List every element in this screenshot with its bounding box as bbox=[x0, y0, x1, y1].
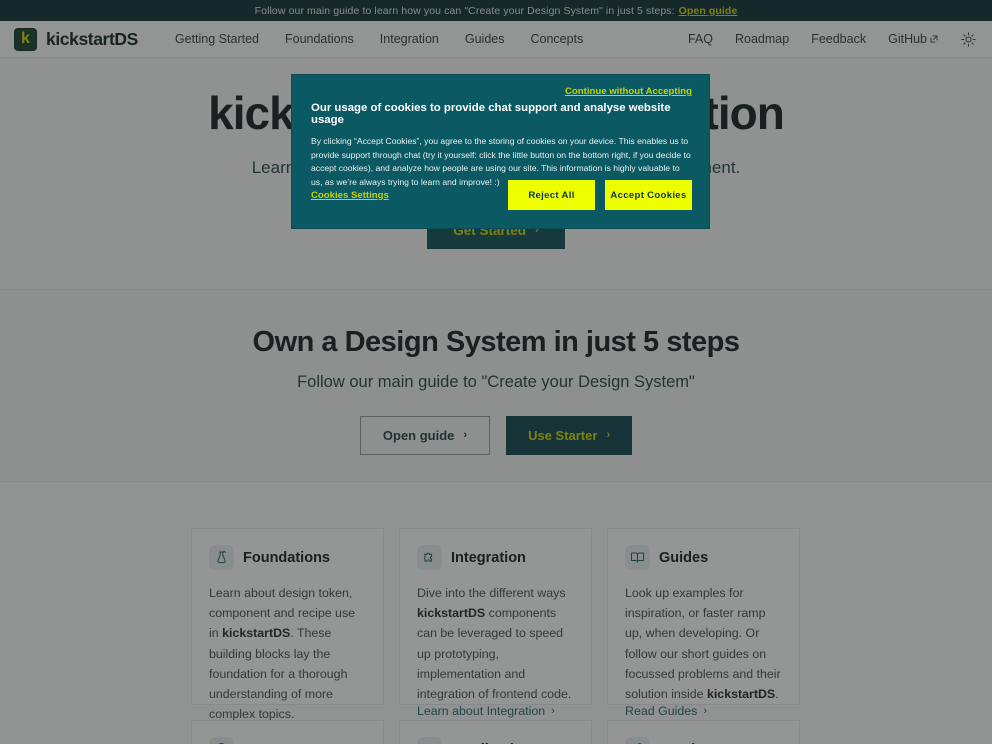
continue-without-accepting-link[interactable]: Continue without Accepting bbox=[565, 86, 692, 97]
cookie-dialog-heading: Our usage of cookies to provide chat sup… bbox=[311, 102, 671, 126]
page-root: Follow our main guide to learn how you c… bbox=[0, 0, 992, 744]
cookies-settings-link[interactable]: Cookies Settings bbox=[311, 190, 389, 201]
reject-all-button[interactable]: Reject All bbox=[508, 180, 595, 210]
cookie-dialog-actions: Cookies Settings Reject All Accept Cooki… bbox=[311, 180, 692, 210]
accept-cookies-button[interactable]: Accept Cookies bbox=[605, 180, 692, 210]
cookie-consent-dialog: Continue without Accepting Our usage of … bbox=[291, 74, 710, 229]
cookie-button-group: Reject All Accept Cookies bbox=[508, 180, 692, 210]
cookie-dialog-top: Continue without Accepting bbox=[311, 86, 692, 97]
